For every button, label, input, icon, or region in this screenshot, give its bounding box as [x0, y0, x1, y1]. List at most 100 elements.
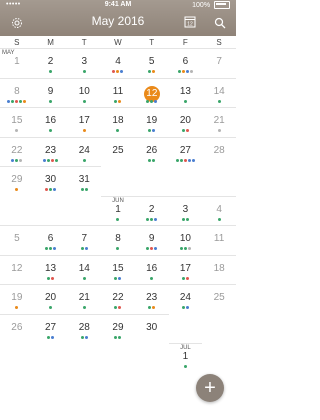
day-cell[interactable]: 28 — [202, 136, 236, 167]
event-dot — [80, 188, 84, 191]
day-number: 29 — [11, 174, 23, 185]
day-cell[interactable]: 5 — [0, 225, 34, 255]
day-cell[interactable]: 7 — [67, 225, 102, 255]
day-cell[interactable]: JUL 1 — [168, 343, 203, 373]
day-cell[interactable]: 7 — [202, 48, 236, 78]
day-cell[interactable]: 31 — [67, 166, 102, 196]
day-cell[interactable]: 21 — [67, 284, 102, 314]
event-dot — [82, 158, 86, 162]
day-number: 22 — [11, 144, 23, 156]
day-cell[interactable]: 20 — [33, 284, 68, 314]
day-cell[interactable]: 18 — [202, 254, 236, 285]
day-cell[interactable]: 8 — [101, 225, 135, 255]
day-cell[interactable]: MAY 1 — [0, 48, 34, 78]
day-cell[interactable]: 19 — [0, 284, 34, 314]
event-dot — [150, 217, 154, 221]
day-number: 2 — [148, 203, 155, 215]
add-event-button[interactable]: + — [196, 374, 224, 402]
event-dot — [84, 188, 88, 191]
day-cell[interactable]: 11 — [101, 77, 135, 108]
day-cell[interactable]: 19 — [134, 107, 169, 137]
month-title[interactable]: May 2016 — [0, 14, 236, 28]
event-dot — [152, 306, 156, 309]
event-dots — [169, 158, 203, 162]
day-cell[interactable]: 27 — [168, 136, 203, 167]
event-dots — [34, 188, 68, 191]
day-cell[interactable]: 20 — [168, 107, 203, 137]
day-cell[interactable]: 3 — [168, 195, 203, 226]
event-dot — [51, 276, 55, 280]
day-cell[interactable]: 13 — [168, 77, 203, 108]
day-cell[interactable]: 21 — [202, 107, 236, 137]
day-number: 24 — [78, 144, 90, 156]
day-cell[interactable]: 17 — [168, 254, 203, 285]
day-cell[interactable]: 17 — [67, 107, 102, 137]
day-cell[interactable]: 14 — [67, 254, 102, 285]
day-cell[interactable]: 6 — [168, 48, 203, 78]
day-cell[interactable]: 12 — [0, 254, 34, 285]
day-cell[interactable]: 30 — [134, 313, 169, 344]
day-cell[interactable]: 9 — [134, 225, 169, 255]
event-dot — [152, 129, 156, 132]
weekday-label: F — [182, 38, 188, 47]
empty-day-cell — [0, 343, 34, 373]
day-cell[interactable]: 18 — [101, 107, 135, 137]
day-cell[interactable]: 16 — [33, 107, 68, 137]
day-cell[interactable]: 15 — [101, 254, 135, 285]
day-number: 13 — [179, 85, 191, 97]
event-dot — [114, 99, 118, 103]
day-number: 1 — [14, 56, 20, 67]
day-cell[interactable]: 25 — [101, 136, 135, 167]
day-cell[interactable]: 5 — [134, 48, 169, 78]
day-number: 1 — [182, 351, 189, 362]
day-cell[interactable]: 2 — [134, 195, 169, 226]
day-cell[interactable]: 13 — [33, 254, 68, 285]
event-dot — [116, 247, 120, 250]
day-cell[interactable]: 15 — [0, 107, 34, 137]
day-number: 6 — [47, 233, 54, 244]
empty-day-cell — [0, 196, 34, 226]
event-dot — [183, 247, 187, 250]
event-dot — [181, 129, 185, 132]
day-cell[interactable]: 26 — [134, 136, 169, 167]
day-cell[interactable]: 28 — [67, 313, 102, 344]
day-cell[interactable]: 2 — [33, 48, 68, 78]
day-cell[interactable]: 30 — [33, 166, 68, 196]
event-dot — [146, 99, 150, 103]
event-dot — [43, 158, 47, 162]
day-cell[interactable]: 10 — [168, 225, 203, 255]
event-dot — [15, 129, 19, 132]
day-cell[interactable]: 6 — [33, 225, 68, 255]
day-cell[interactable]: 23 — [33, 136, 68, 167]
event-dot — [47, 158, 51, 162]
day-number: 25 — [213, 292, 225, 303]
event-dot — [148, 129, 152, 132]
day-cell[interactable]: 22 — [0, 136, 34, 167]
day-cell[interactable]: JUN 1 — [101, 195, 135, 226]
day-cell[interactable]: 25 — [202, 284, 236, 314]
day-cell[interactable]: 16 — [134, 254, 169, 285]
event-dot — [15, 188, 19, 191]
day-cell[interactable]: 12 — [134, 77, 169, 108]
day-cell[interactable]: 8 — [0, 77, 34, 108]
day-cell[interactable]: 29 — [101, 313, 135, 344]
day-cell[interactable]: 22 — [101, 284, 135, 314]
day-cell[interactable]: 26 — [0, 313, 34, 344]
day-cell[interactable]: 27 — [33, 313, 68, 344]
event-dots — [67, 276, 101, 280]
day-number: 30 — [44, 174, 57, 185]
day-cell[interactable]: 24 — [168, 284, 203, 314]
day-cell[interactable]: 24 — [67, 136, 102, 167]
day-cell[interactable]: 3 — [67, 48, 102, 78]
event-dot — [112, 70, 116, 73]
event-dots — [169, 129, 203, 132]
day-cell[interactable]: 23 — [134, 284, 169, 314]
day-cell[interactable]: 29 — [0, 166, 34, 196]
day-cell[interactable]: 11 — [202, 225, 236, 255]
day-cell[interactable]: 14 — [202, 77, 236, 108]
day-cell[interactable]: 9 — [33, 77, 68, 108]
event-dot — [11, 158, 15, 162]
day-cell[interactable]: 10 — [67, 77, 102, 108]
day-cell[interactable]: 4 — [101, 48, 135, 78]
day-cell[interactable]: 4 — [202, 195, 236, 226]
